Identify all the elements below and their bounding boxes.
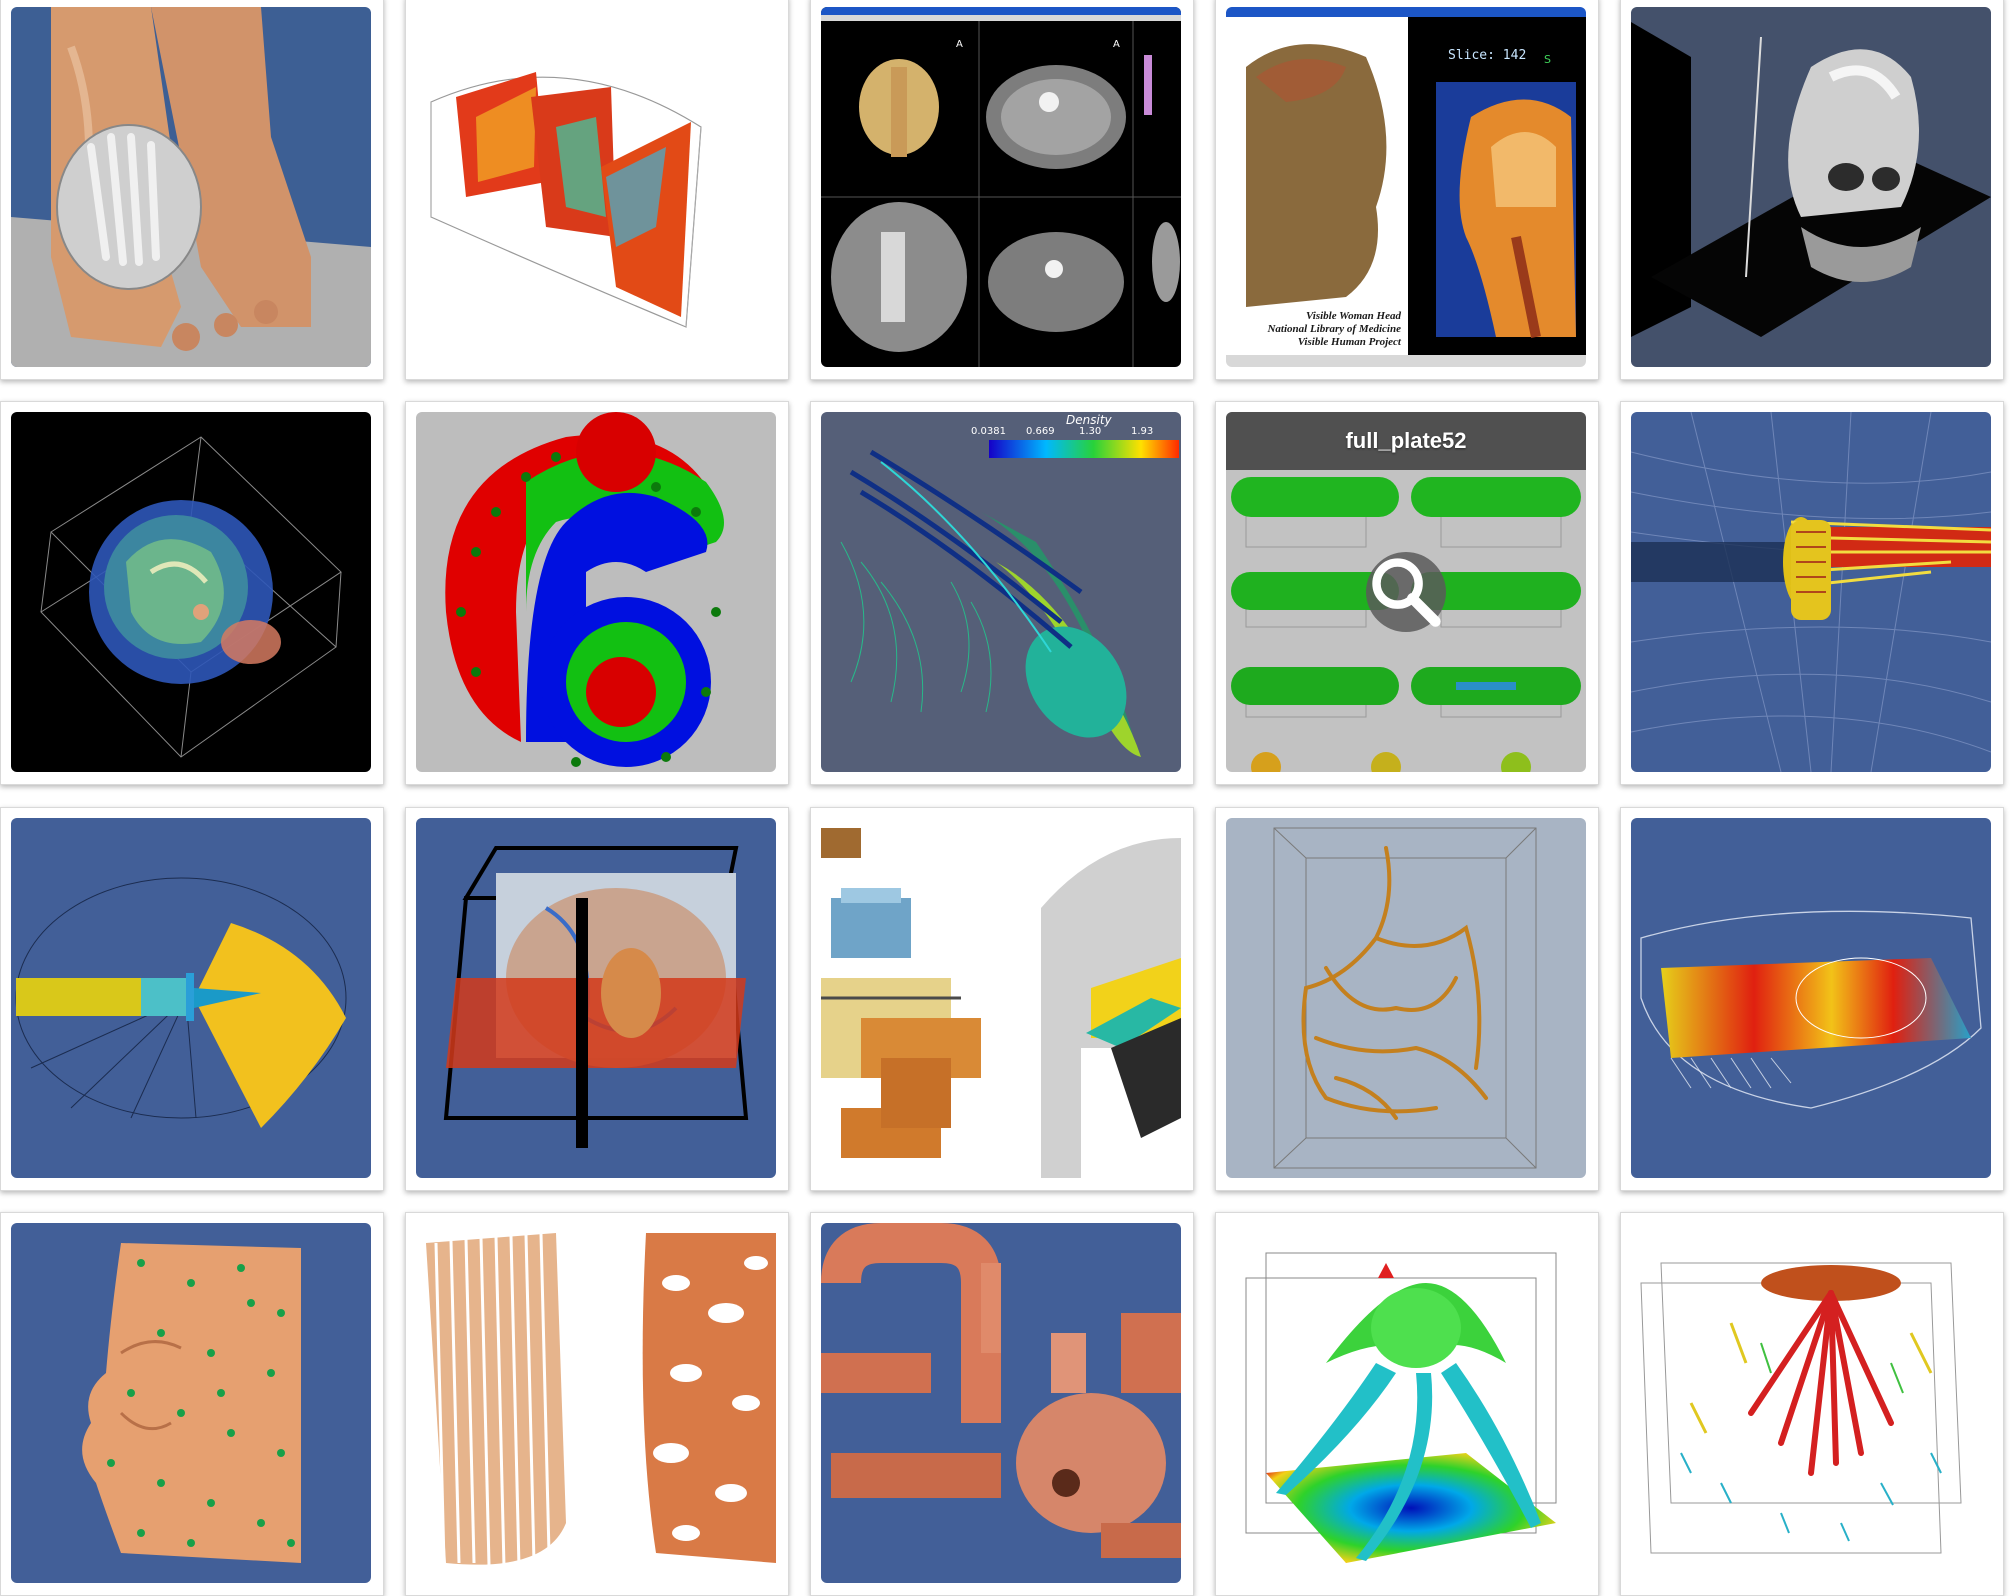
colorbar-tick: 1.30: [1079, 426, 1101, 437]
thumbnail-vascular-tree[interactable]: [1226, 818, 1586, 1178]
colorbar-title: Density: [1066, 413, 1113, 427]
number-six-image: [416, 412, 776, 772]
thumbnail-engine-cutaway[interactable]: [821, 818, 1181, 1178]
head-slices-image: [416, 818, 776, 1178]
gallery-card[interactable]: [810, 807, 1194, 1191]
thumbnail-brain-volume[interactable]: [11, 412, 371, 772]
gallery-card[interactable]: [405, 0, 789, 380]
gallery-card[interactable]: [1620, 1212, 2004, 1596]
gallery-card[interactable]: Density 0.0381 0.669 1.30 1.93: [810, 401, 1194, 785]
thumbnail-half-disk[interactable]: [11, 818, 371, 1178]
thumbnail-fan-heatmap[interactable]: [1631, 818, 1991, 1178]
image-gallery: A A Slice: 142 S Visible Woman Head Nati…: [0, 0, 2012, 1596]
gallery-card[interactable]: [0, 401, 384, 785]
engine-cutaway-image: [821, 818, 1181, 1178]
foot-xray-image: [11, 7, 371, 367]
gallery-card[interactable]: [0, 807, 384, 1191]
slice-label: Slice: 142: [1448, 48, 1526, 63]
vector-glyphs-image: [1631, 1223, 1991, 1583]
side-label: S: [1544, 53, 1551, 66]
gallery-card[interactable]: [0, 1212, 384, 1596]
thumbnail-face-points[interactable]: [11, 1223, 371, 1583]
thumbnail-vector-glyphs[interactable]: [1631, 1223, 1991, 1583]
thumbnail-tentacles[interactable]: [1226, 1223, 1586, 1583]
face-stripes-image: [416, 1223, 776, 1583]
magnifier-icon: [1372, 558, 1441, 627]
gallery-card[interactable]: full_plate52: [1215, 401, 1599, 785]
thumbnail-caption: full_plate52: [1226, 412, 1586, 470]
face-points-image: [11, 1223, 371, 1583]
colorbar-tick: 1.93: [1131, 426, 1153, 437]
colorbar-tick: 0.669: [1026, 426, 1055, 437]
shuttle-flow-image: Density 0.0381 0.669 1.30 1.93: [821, 412, 1181, 772]
thumbnail-number-six[interactable]: [416, 412, 776, 772]
vascular-tree-image: [1226, 818, 1586, 1178]
zoom-button[interactable]: [1366, 552, 1446, 632]
gallery-card[interactable]: [1620, 0, 2004, 380]
brain-volume-image: [11, 412, 371, 772]
thumbnail-foot-xray[interactable]: [11, 7, 371, 367]
thumbnail-visible-woman[interactable]: Slice: 142 S Visible Woman Head National…: [1226, 7, 1586, 367]
thumbnail-head-slices[interactable]: [416, 818, 776, 1178]
streamline-tube-image: [1631, 412, 1991, 772]
colorbar-tick: 0.0381: [971, 426, 1006, 437]
fan-heatmap-image: [1631, 818, 1991, 1178]
thumbnail-streamline-tube[interactable]: [1631, 412, 1991, 772]
thumbnail-ct-viewer[interactable]: A A: [821, 7, 1181, 367]
gallery-card[interactable]: [1215, 1212, 1599, 1596]
wedge-slices-image: [416, 7, 776, 367]
gallery-card[interactable]: [405, 1212, 789, 1596]
colorbar: [989, 440, 1179, 458]
copper-pipes-image: [821, 1223, 1181, 1583]
thumbnail-face-stripes[interactable]: [416, 1223, 776, 1583]
gallery-card[interactable]: [0, 0, 384, 380]
caption-line-1: Visible Woman Head: [1306, 310, 1401, 322]
gallery-card[interactable]: [1215, 807, 1599, 1191]
gallery-card[interactable]: Slice: 142 S Visible Woman Head National…: [1215, 0, 1599, 380]
panel-label-a: A: [956, 39, 963, 50]
half-disk-image: [11, 818, 371, 1178]
thumbnail-skull-planes[interactable]: [1631, 7, 1991, 367]
ct-viewer-image: A A: [821, 7, 1181, 367]
gallery-card[interactable]: [1620, 401, 2004, 785]
panel-label-a-right: A: [1113, 39, 1120, 50]
gallery-card[interactable]: [405, 401, 789, 785]
thumbnail-shuttle-flow[interactable]: Density 0.0381 0.669 1.30 1.93: [821, 412, 1181, 772]
gallery-card[interactable]: A A: [810, 0, 1194, 380]
thumbnail-wedge-slices[interactable]: [416, 7, 776, 367]
gallery-card[interactable]: [405, 807, 789, 1191]
caption-line-3: Visible Human Project: [1298, 336, 1402, 348]
visible-woman-image: Slice: 142 S Visible Woman Head National…: [1226, 7, 1586, 367]
caption-line-2: National Library of Medicine: [1266, 323, 1401, 335]
gallery-card[interactable]: [810, 1212, 1194, 1596]
skull-planes-image: [1631, 7, 1991, 367]
tentacles-image: [1226, 1223, 1586, 1583]
gallery-card[interactable]: [1620, 807, 2004, 1191]
thumbnail-full-plate[interactable]: full_plate52: [1226, 412, 1586, 772]
thumbnail-copper-pipes[interactable]: [821, 1223, 1181, 1583]
